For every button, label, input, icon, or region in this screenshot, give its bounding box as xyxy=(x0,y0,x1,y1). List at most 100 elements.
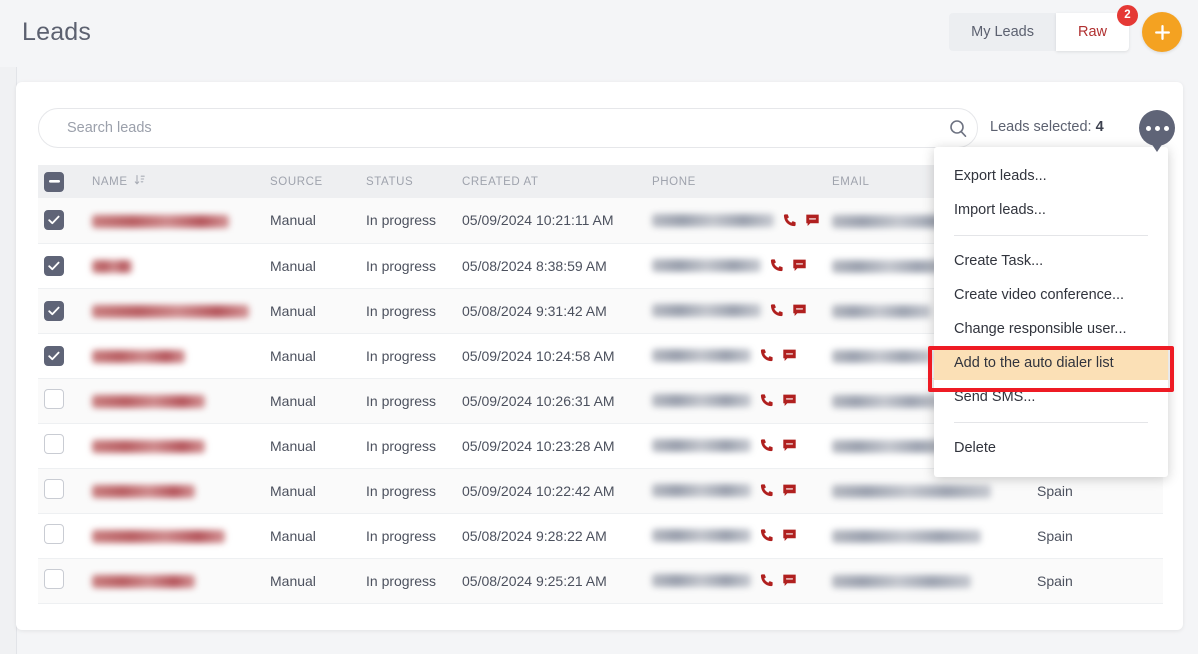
row-select-cell xyxy=(38,333,86,379)
leads-selected-label: Leads selected: xyxy=(990,119,1092,135)
menu-item-export-leads[interactable]: Export leads... xyxy=(934,159,1168,193)
cell-name[interactable]: ████ █████ xyxy=(86,333,264,379)
chat-bubble-icon[interactable] xyxy=(782,438,797,453)
cell-source: Manual xyxy=(264,288,360,334)
table-row[interactable]: ███████ ██████ ManualIn progress05/08/202… xyxy=(38,513,1163,559)
left-rail xyxy=(0,0,17,654)
row-checkbox[interactable] xyxy=(44,255,64,276)
lead-name-redacted: █████ ██████ xyxy=(92,395,205,409)
chat-bubble-icon[interactable] xyxy=(792,303,807,318)
menu-item-change-responsible-user[interactable]: Change responsible user... xyxy=(934,312,1168,346)
select-all-checkbox[interactable] xyxy=(44,171,64,192)
chat-bubble-icon[interactable] xyxy=(782,483,797,498)
cell-name[interactable]: ███ █████ ███████ xyxy=(86,288,264,334)
phone-icon[interactable] xyxy=(769,303,784,318)
plus-icon xyxy=(1153,23,1172,42)
row-checkbox[interactable] xyxy=(44,389,64,409)
header-created-at[interactable]: CREATED AT xyxy=(456,165,646,198)
cell-name[interactable]: ██████ ████ xyxy=(86,468,264,514)
menu-separator xyxy=(954,422,1148,423)
row-checkbox[interactable] xyxy=(44,479,64,499)
lead-email-redacted: ██████████ xyxy=(832,305,932,319)
add-lead-button[interactable] xyxy=(1142,12,1182,52)
row-checkbox[interactable] xyxy=(44,345,64,366)
cell-name[interactable]: ███████ ██████ xyxy=(86,513,264,559)
row-select-cell xyxy=(38,513,86,559)
menu-item-create-task[interactable]: Create Task... xyxy=(934,244,1168,278)
cell-email[interactable]: ███████████████ xyxy=(826,513,1031,559)
cell-phone: ██████████ xyxy=(646,558,826,604)
cell-email[interactable]: ██████████████ xyxy=(826,558,1031,604)
phone-icon[interactable] xyxy=(759,483,774,498)
tab-my-leads[interactable]: My Leads xyxy=(949,13,1056,51)
chat-bubble-icon[interactable] xyxy=(782,393,797,408)
lead-phone-redacted: ██████████ xyxy=(652,574,752,587)
table-row[interactable]: █████ █████ ManualIn progress05/08/2024 9… xyxy=(38,558,1163,604)
cell-source: Manual xyxy=(264,198,360,244)
cell-name[interactable]: █████ ██████ xyxy=(86,378,264,424)
row-select-cell xyxy=(38,243,86,289)
menu-item-create-video-conference[interactable]: Create video conference... xyxy=(934,278,1168,312)
app-root: Leads My Leads Raw 2 Search leads Leads … xyxy=(0,0,1198,654)
row-select-cell xyxy=(38,288,86,334)
search-row: Leads selected: 4 xyxy=(38,108,1175,152)
row-checkbox[interactable] xyxy=(44,300,64,321)
header-name[interactable]: NAME xyxy=(86,165,264,198)
cell-phone: ██████████ xyxy=(646,378,826,424)
chat-bubble-icon[interactable] xyxy=(805,213,820,228)
chat-bubble-icon[interactable] xyxy=(782,528,797,543)
cell-name[interactable]: ██████ █████ xyxy=(86,423,264,469)
cell-name[interactable]: ██████ █████ ██ xyxy=(86,198,264,244)
cell-status: In progress xyxy=(360,378,456,424)
cell-name[interactable]: █████ █████ xyxy=(86,558,264,604)
phone-icon[interactable] xyxy=(759,573,774,588)
search-box[interactable] xyxy=(38,108,978,148)
lead-phone-redacted: ██████████ xyxy=(652,394,752,407)
menu-item-label: Add to the auto dialer list xyxy=(954,355,1114,371)
row-checkbox[interactable] xyxy=(44,210,64,231)
menu-item-send-sms[interactable]: Send SMS... xyxy=(934,380,1168,414)
chat-bubble-icon[interactable] xyxy=(782,348,797,363)
lead-name-redacted: ███ █████ ███████ xyxy=(92,305,249,319)
menu-item-import-leads[interactable]: Import leads... xyxy=(934,193,1168,227)
tab-raw[interactable]: Raw 2 xyxy=(1055,5,1138,51)
lead-name-redacted: ████ xyxy=(92,260,132,274)
header-actions: My Leads Raw 2 xyxy=(949,5,1182,52)
row-checkbox[interactable] xyxy=(44,434,64,454)
menu-item-label: Export leads... xyxy=(954,168,1047,184)
row-select-cell xyxy=(38,423,86,469)
phone-icon[interactable] xyxy=(782,213,797,228)
header-phone[interactable]: PHONE xyxy=(646,165,826,198)
menu-item-delete[interactable]: Delete xyxy=(934,431,1168,465)
cell-status: In progress xyxy=(360,198,456,244)
chat-bubble-icon[interactable] xyxy=(782,573,797,588)
phone-icon[interactable] xyxy=(759,393,774,408)
lead-email-redacted: ███████████ xyxy=(832,395,942,409)
lead-phone-redacted: ███████████ xyxy=(652,259,762,272)
phone-icon[interactable] xyxy=(759,438,774,453)
lead-name-redacted: ████ █████ xyxy=(92,350,186,364)
menu-item-add-to-the-auto-dialer-list[interactable]: Add to the auto dialer list xyxy=(934,346,1168,380)
cell-country: Spain xyxy=(1031,558,1163,604)
chat-bubble-icon[interactable] xyxy=(792,258,807,273)
more-actions-button[interactable] xyxy=(1139,110,1175,146)
search-input[interactable] xyxy=(39,120,939,136)
header-status[interactable]: STATUS xyxy=(360,165,456,198)
cell-name[interactable]: ████ xyxy=(86,243,264,289)
lead-name-redacted: ███████ ██████ xyxy=(92,530,225,544)
phone-icon[interactable] xyxy=(759,528,774,543)
cell-source: Manual xyxy=(264,468,360,514)
lead-email-redacted: ███████████████ xyxy=(832,530,981,544)
cell-created-at: 05/08/2024 8:38:59 AM xyxy=(456,243,646,289)
cell-phone: █████ ███████ xyxy=(646,198,826,244)
cell-source: Manual xyxy=(264,243,360,289)
header-source[interactable]: SOURCE xyxy=(264,165,360,198)
cell-status: In progress xyxy=(360,468,456,514)
search-icon[interactable] xyxy=(939,119,977,138)
phone-icon[interactable] xyxy=(759,348,774,363)
cell-phone: ██████████ xyxy=(646,423,826,469)
row-checkbox[interactable] xyxy=(44,569,64,589)
sort-icon[interactable] xyxy=(134,174,145,189)
phone-icon[interactable] xyxy=(769,258,784,273)
row-checkbox[interactable] xyxy=(44,524,64,544)
